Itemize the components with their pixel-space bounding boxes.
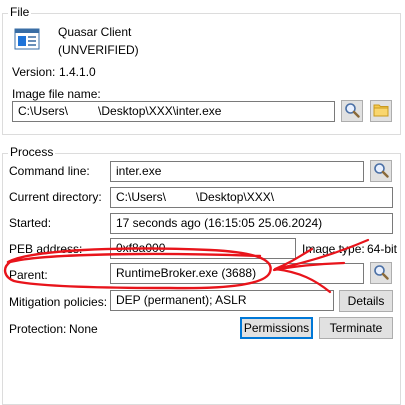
image-path-end: \Desktop\XXX\inter.exe [98,104,222,118]
version-label: Version: [12,65,56,79]
verification-status: (UNVERIFIED) [58,43,139,57]
search-parent-button[interactable] [370,262,392,284]
protection-label: Protection: [9,322,67,336]
version-value: 1.4.1.0 [59,65,96,79]
search-image-button[interactable] [341,100,363,122]
protection-value: None [69,322,98,336]
details-button[interactable]: Details [339,290,393,312]
process-group-title: Process [8,145,56,159]
image-file-label: Image file name: [12,87,101,101]
folder-icon [373,103,389,120]
current-dir-end: \Desktop\XXX\ [196,190,275,204]
parent-label: Parent: [9,268,48,282]
image-path-start: C:\Users\ [18,104,69,118]
magnifier-icon [373,162,389,181]
application-icon [14,28,40,50]
image-file-path-field[interactable]: C:\Users\ \Desktop\XXX\inter.exe [12,101,335,122]
started-label: Started: [9,216,52,230]
search-command-line-button[interactable] [370,160,392,182]
parent-field[interactable]: RuntimeBroker.exe (3688) [110,263,364,284]
peb-address-field[interactable]: 0xf8a000 [110,238,296,259]
command-line-field[interactable]: inter.exe [110,161,364,182]
magnifier-icon [344,102,360,121]
app-name: Quasar Client [58,25,132,39]
file-group-title: File [8,5,32,19]
current-dir-start: C:\Users\ [116,190,167,204]
terminate-button[interactable]: Terminate [319,317,393,339]
magnifier-icon [373,264,389,283]
current-directory-field[interactable]: C:\Users\ \Desktop\XXX\ [110,187,393,208]
permissions-button[interactable]: Permissions [240,317,313,339]
open-folder-button[interactable] [370,100,392,122]
current-directory-label: Current directory: [9,190,102,204]
image-type-value: 64-bit [367,242,398,256]
mitigation-policies-label: Mitigation policies: [9,295,108,309]
mitigation-policies-field[interactable]: DEP (permanent); ASLR [110,290,334,311]
image-type-label: Image type: [302,242,365,256]
started-field[interactable]: 17 seconds ago (16:15:05 25.06.2024) [110,213,393,234]
command-line-label: Command line: [9,164,90,178]
peb-address-label: PEB address: [9,242,83,256]
